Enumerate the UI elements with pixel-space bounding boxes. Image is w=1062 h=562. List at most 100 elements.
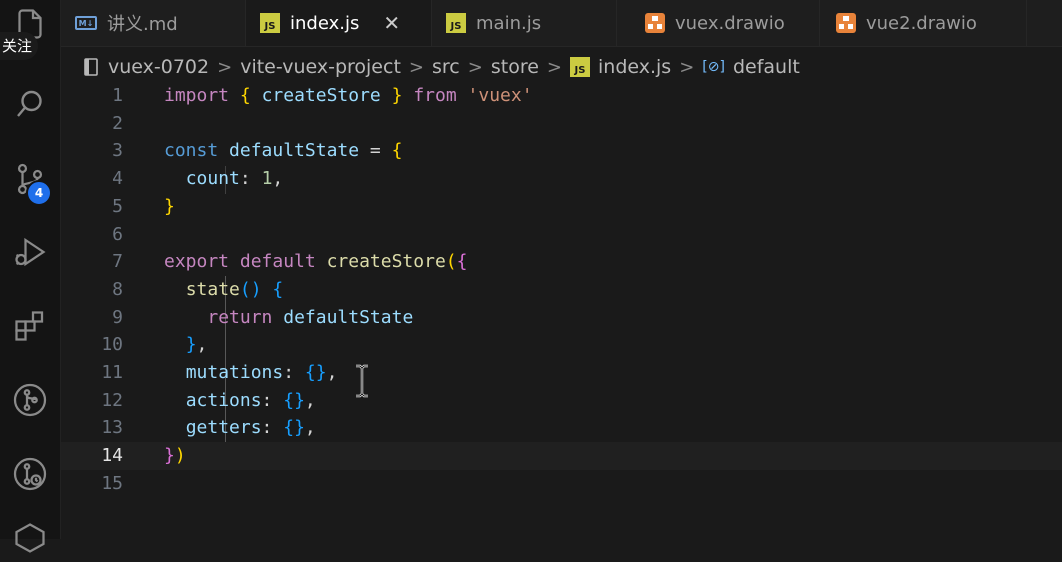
breadcrumb-item[interactable]: default [733, 56, 800, 78]
code-token: , [304, 389, 316, 411]
extensions-icon[interactable] [0, 302, 60, 350]
breadcrumb-item[interactable]: index.js [598, 56, 671, 78]
line-number[interactable]: 8 [61, 276, 123, 304]
code-text: }) [164, 442, 186, 470]
line-number[interactable]: 1 [61, 82, 123, 110]
breadcrumb-item[interactable]: src [432, 56, 460, 78]
tab-label: main.js [476, 12, 542, 34]
code-token: createStore [261, 85, 381, 106]
line-number[interactable]: 13 [61, 414, 123, 442]
code-token: const [164, 140, 219, 162]
code-token: getters [185, 417, 262, 439]
line-number[interactable]: 5 [61, 193, 123, 221]
code-line[interactable]: 2 [61, 110, 1062, 138]
line-number[interactable]: 12 [61, 387, 123, 415]
code-line[interactable]: 8 state() { [61, 276, 1062, 304]
drawio-icon [836, 13, 856, 33]
breadcrumb-item[interactable]: vite-vuex-project [240, 56, 401, 78]
line-number[interactable]: 10 [61, 331, 123, 359]
code-token: count [185, 168, 240, 190]
code-token: { [239, 85, 251, 106]
code-token: { [272, 278, 284, 300]
code-token: , [196, 334, 208, 356]
text-cursor-icon [356, 364, 368, 398]
chevron-right-icon: > [217, 56, 233, 78]
code-token: = [359, 140, 392, 162]
line-number[interactable]: 6 [61, 221, 123, 249]
code-text: return defaultState [164, 304, 413, 332]
code-token: { [456, 251, 468, 273]
line-number[interactable]: 2 [61, 110, 123, 138]
line-number[interactable]: 15 [61, 470, 123, 498]
tab-lecture-md[interactable]: M↓ 讲义.md [61, 0, 246, 46]
code-text: actions: {}, [164, 387, 316, 415]
git-history-icon[interactable] [0, 450, 60, 498]
code-line[interactable]: 5} [61, 193, 1062, 221]
code-line[interactable]: 12 actions: {}, [61, 387, 1062, 415]
breadcrumb-item[interactable]: vuex-0702 [108, 56, 209, 78]
code-line[interactable]: 7 export default createStore({ [61, 248, 1062, 276]
line-number[interactable]: 11 [61, 359, 123, 387]
code-line[interactable]: 1 import { createStore } from 'vuex' [61, 82, 1062, 110]
code-line[interactable]: 10 }, [61, 331, 1062, 359]
code-text: mutations: {}, [164, 359, 338, 387]
line-number[interactable]: 4 [61, 165, 123, 193]
code-line[interactable]: 9 return defaultState [61, 304, 1062, 332]
search-icon[interactable] [0, 80, 60, 128]
chevron-right-icon: > [467, 56, 483, 78]
code-text: count: 1, [164, 165, 284, 193]
git-graph-icon[interactable] [0, 376, 60, 424]
js-icon: JS [570, 57, 590, 77]
tab-vuex-drawio[interactable]: vuex.drawio [617, 0, 820, 46]
code-token: actions [185, 389, 262, 411]
code-token: } [391, 85, 403, 106]
code-token: default [239, 251, 316, 273]
code-text: }, [164, 331, 208, 359]
line-number[interactable]: 7 [61, 248, 123, 276]
code-line[interactable]: 3 const defaultState = { [61, 137, 1062, 165]
code-text: } [164, 193, 175, 221]
close-icon[interactable]: ✕ [383, 11, 400, 35]
code-line[interactable]: 13 getters: {}, [61, 414, 1062, 442]
code-token: ) [174, 445, 186, 467]
folder-icon [84, 58, 98, 76]
code-text: export default createStore({ [164, 248, 467, 276]
breadcrumb-item[interactable]: store [491, 56, 539, 78]
code-line[interactable]: 4 count: 1, [61, 165, 1062, 193]
code-token: return [207, 306, 273, 328]
line-number[interactable]: 9 [61, 304, 123, 332]
tab-bar: M↓ 讲义.md JS index.js ✕ JS main.js vuex.d… [61, 0, 1062, 47]
line-number[interactable]: 14 [61, 442, 123, 470]
code-text: getters: {}, [164, 414, 316, 442]
code-token: createStore [326, 251, 446, 273]
code-token: , [304, 417, 316, 439]
drawio-icon [645, 13, 665, 33]
chevron-right-icon: > [679, 56, 695, 78]
code-token: defaultState [283, 306, 414, 328]
tab-index-js[interactable]: JS index.js ✕ [246, 0, 432, 46]
chevron-right-icon: > [546, 56, 562, 78]
run-debug-icon[interactable] [0, 228, 60, 276]
tab-main-js[interactable]: JS main.js [432, 0, 617, 46]
code-token: 1 [261, 168, 273, 190]
code-line[interactable]: 11 mutations: {}, [61, 359, 1062, 387]
symbol-icon: [⊘] [702, 59, 725, 75]
code-token: {} [304, 362, 327, 383]
tab-vue2-drawio[interactable]: vue2.drawio [820, 0, 1027, 46]
remote-explorer-icon[interactable] [0, 514, 60, 562]
code-token: : [283, 362, 305, 383]
code-token: ( [445, 251, 457, 273]
code-line[interactable]: 6 [61, 221, 1062, 249]
code-line[interactable]: 14}) [61, 442, 1062, 471]
code-editor[interactable]: 1 import { createStore } from 'vuex' 2 3 con… [61, 82, 1062, 539]
follow-label[interactable]: 关注 [0, 32, 39, 60]
line-number[interactable]: 3 [61, 137, 123, 165]
code-line[interactable]: 15 [61, 470, 1062, 498]
